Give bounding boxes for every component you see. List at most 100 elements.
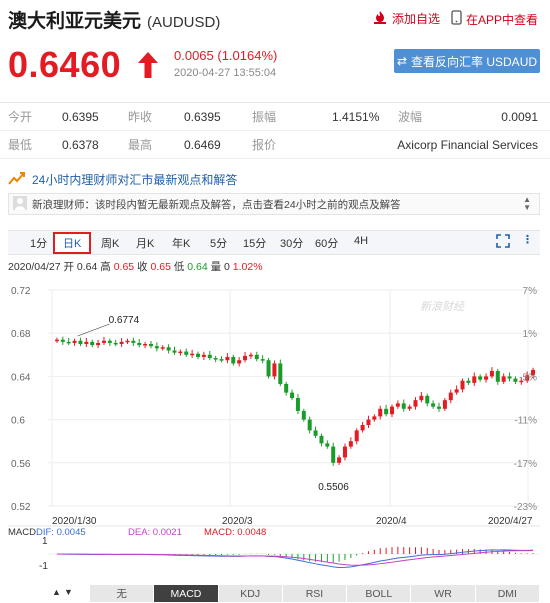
candle-body xyxy=(348,441,353,447)
candle-body xyxy=(60,339,65,342)
candle-body xyxy=(178,351,183,354)
candle-body xyxy=(384,408,389,415)
candle-body xyxy=(501,376,506,382)
avatar-icon xyxy=(13,195,27,213)
x-tick-label: 2020/3 xyxy=(222,516,253,527)
candle-body xyxy=(237,360,242,364)
candle-body xyxy=(201,354,206,357)
candle-body xyxy=(278,363,283,384)
ohlc-summary: 2020/04/27 开 0.64 高 0.65 收 0.65 低 0.64 量… xyxy=(8,259,263,274)
add-watchlist-button[interactable]: 添加自选 xyxy=(372,10,440,27)
advisor-headline-text: 24小时内理财师对汇市最新观点和解答 xyxy=(32,172,238,187)
kline-chart[interactable]: 新浪财经 0.72 7% 0.68 1% 0.64 -5% 0.6 -11% 0.56 -17% 0… xyxy=(8,278,540,584)
candle-body xyxy=(207,354,212,359)
candle-body xyxy=(196,353,201,357)
stat-label: 报价 xyxy=(252,138,277,152)
tab-5min[interactable]: 5分 xyxy=(210,235,227,251)
indicator-tab-rsi[interactable]: RSI xyxy=(282,585,348,602)
indicator-tabs: 无 MACD KDJ RSI BOLL WR DMI xyxy=(90,585,540,602)
tab-30min[interactable]: 30分 xyxy=(280,235,303,251)
tab-yearly[interactable]: 年K xyxy=(172,235,190,251)
reverse-rate-label: 查看反向汇率 USDAUD xyxy=(411,54,538,69)
indicator-tab-none[interactable]: 无 xyxy=(90,585,155,602)
stat-label: 昨收 xyxy=(128,110,153,124)
tab-4h[interactable]: 4H xyxy=(354,235,368,247)
candle-body xyxy=(266,360,271,377)
candle-body xyxy=(425,395,430,404)
candle-body xyxy=(331,446,336,463)
tab-15min[interactable]: 15分 xyxy=(243,235,266,251)
annotation-high: 0.6774 xyxy=(109,315,140,326)
y-tick-label: 0.6 xyxy=(11,416,25,427)
candle-body xyxy=(419,395,424,401)
pct-change: 1.02% xyxy=(232,261,263,273)
candle-body xyxy=(366,419,371,425)
candle-body xyxy=(378,408,383,417)
arrow-up-icon xyxy=(136,50,160,85)
candle-body xyxy=(295,398,300,411)
reverse-rate-button[interactable]: ⇄ 查看反向汇率 USDAUD xyxy=(394,49,540,73)
y-tick-label: 0.72 xyxy=(11,286,31,297)
volume-value: 0 xyxy=(224,261,230,273)
candle-body xyxy=(119,341,124,344)
indicator-tab-wr[interactable]: WR xyxy=(411,585,476,602)
price-change: 0.0065 (1.0164%) xyxy=(174,48,278,63)
y-pct-tick-label: -11% xyxy=(514,416,537,427)
scroll-up-button[interactable]: ▲ xyxy=(52,587,61,597)
candle-body xyxy=(466,380,471,383)
tab-monthly[interactable]: 月K xyxy=(136,235,154,251)
advisor-news-text: 新浪理财师：该时段内暂无最新观点及解答，点击查看24小时之前的观点及解答 xyxy=(32,198,401,211)
high-label: 高 xyxy=(100,261,111,273)
advisor-news-box[interactable]: 新浪理财师：该时段内暂无最新观点及解答，点击查看24小时之前的观点及解答 ▲ ▼ xyxy=(8,193,540,215)
view-in-app-button[interactable]: 在APP中查看 xyxy=(451,10,538,28)
candle-body xyxy=(125,340,130,343)
candle-body xyxy=(219,359,224,361)
indicator-tab-kdj[interactable]: KDJ xyxy=(218,585,283,602)
candle-body xyxy=(166,347,171,351)
candle-body xyxy=(131,340,136,343)
close-value: 0.65 xyxy=(150,261,171,273)
view-in-app-label: 在APP中查看 xyxy=(466,12,539,27)
y-pct-tick-label: 1% xyxy=(523,329,538,340)
low-value: 0.64 xyxy=(187,261,208,273)
y-tick-label: 0.52 xyxy=(11,502,31,513)
more-menu-icon[interactable]: ⋮ xyxy=(522,233,533,246)
candle-body xyxy=(84,341,89,344)
candle-body xyxy=(148,344,153,347)
candle-body xyxy=(401,403,406,409)
candle-body xyxy=(113,342,118,345)
scroll-down-button[interactable]: ▼ xyxy=(64,587,73,597)
stat-value: 1.4151% xyxy=(332,109,380,124)
x-tick-label: 2020/1/30 xyxy=(52,516,97,527)
indicator-tab-macd[interactable]: MACD xyxy=(154,585,219,602)
candle-body xyxy=(360,425,365,431)
macd-y-tick: 1 xyxy=(42,536,48,547)
tab-60min[interactable]: 60分 xyxy=(315,235,338,251)
tab-weekly[interactable]: 周K xyxy=(101,235,119,251)
indicator-tab-boll[interactable]: BOLL xyxy=(347,585,412,602)
advisor-headline[interactable]: 24小时内理财师对汇市最新观点和解答 xyxy=(8,168,540,190)
candle-body xyxy=(307,419,312,431)
candle-body xyxy=(354,430,359,442)
stat-value: Axicorp Financial Services xyxy=(397,137,538,152)
candle-body xyxy=(231,356,236,364)
fullscreen-icon[interactable] xyxy=(496,234,510,251)
macd-dea-label: DEA: 0.0021 xyxy=(128,527,182,538)
candle-body xyxy=(431,403,436,407)
candle-body xyxy=(442,400,447,409)
candle-body xyxy=(489,371,494,377)
candle-body xyxy=(54,339,59,342)
macd-y-tick: -1 xyxy=(39,561,48,572)
period-tabs: 1分 日K 周K 月K 年K 5分 15分 30分 60分 4H ⋮ xyxy=(8,230,540,255)
candle-body xyxy=(225,356,230,361)
y-pct-tick-label: -5% xyxy=(519,372,537,383)
indicator-tab-dmi[interactable]: DMI xyxy=(475,585,540,602)
fire-icon xyxy=(372,10,388,27)
tab-daily[interactable]: 日K xyxy=(53,232,92,254)
scroll-arrows-icon[interactable]: ▲ ▼ xyxy=(523,196,531,212)
candle-body xyxy=(184,351,189,355)
tab-1min[interactable]: 1分 xyxy=(30,235,47,251)
candle-body xyxy=(160,347,165,349)
candle-body xyxy=(260,359,265,361)
currency-code: (AUDUSD) xyxy=(147,14,221,31)
